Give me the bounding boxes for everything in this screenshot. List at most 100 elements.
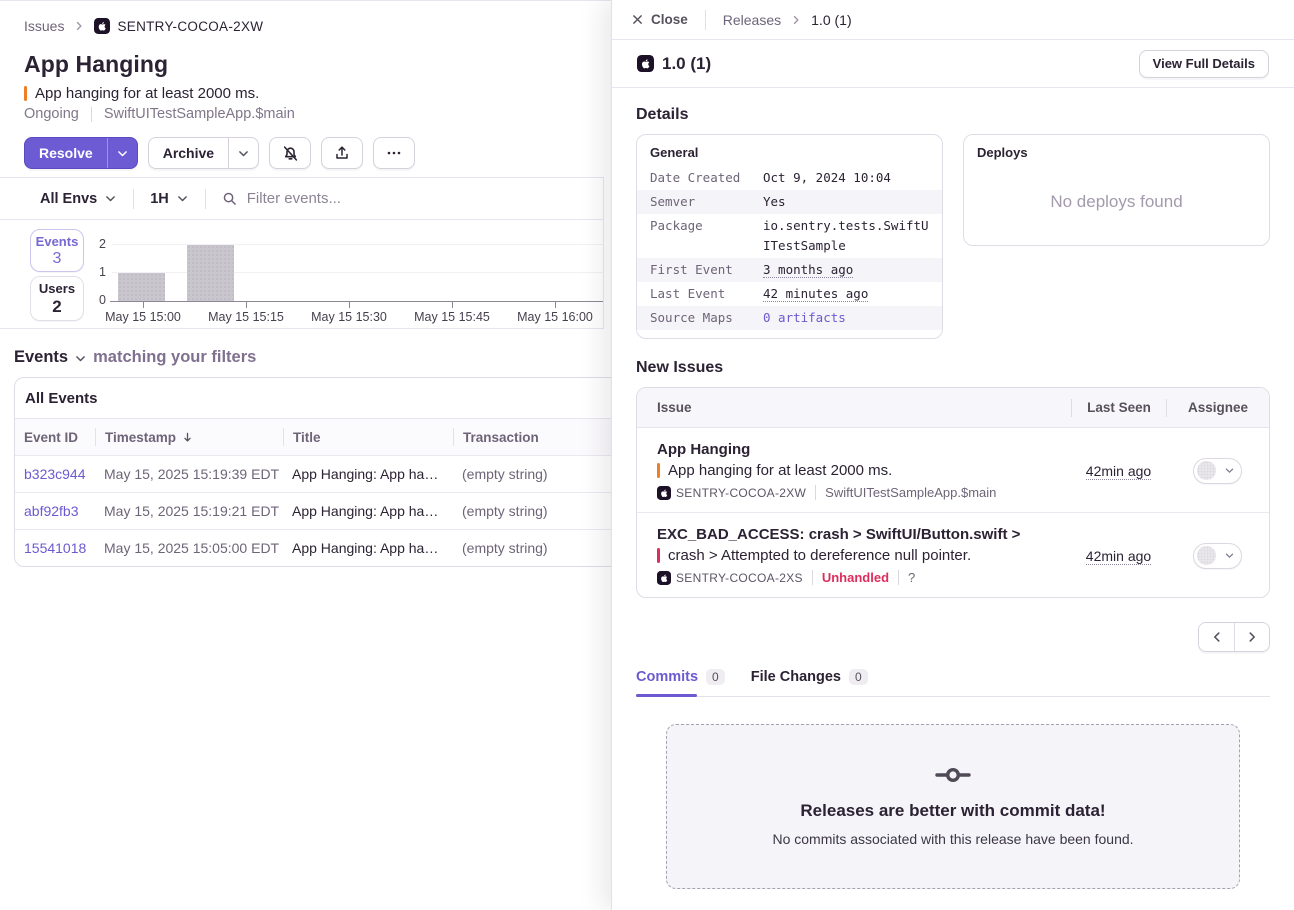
event-id-link[interactable]: 15541018 <box>15 540 95 556</box>
more-actions-button[interactable] <box>373 137 415 169</box>
issue-status: Ongoing <box>24 106 79 122</box>
share-button[interactable] <box>321 137 363 169</box>
breadcrumb-project-label: SENTRY-COCOA-2XW <box>117 19 263 34</box>
archive-button[interactable]: Archive <box>149 138 228 168</box>
event-timestamp: May 15, 2025 15:05:00 EDT <box>95 540 283 556</box>
kv-row: Date Created Oct 9, 2024 10:04 <box>637 166 942 190</box>
kv-row: Source Maps 0 artifacts <box>637 306 942 330</box>
assignee-cell <box>1166 543 1269 569</box>
breadcrumb-project[interactable]: SENTRY-COCOA-2XW <box>94 18 263 34</box>
apple-platform-icon <box>657 571 671 585</box>
event-title: App Hanging: App hanging for at least 20… <box>283 503 453 519</box>
filter-events-input[interactable] <box>247 190 507 207</box>
breadcrumb-releases-link[interactable]: Releases <box>723 12 781 28</box>
mute-button[interactable] <box>269 137 311 169</box>
environment-filter-label: All Envs <box>40 191 97 207</box>
issue-summary[interactable]: App Hanging App hanging for at least 200… <box>637 441 1071 500</box>
issue-title: App Hanging <box>24 51 587 78</box>
tab-file-changes[interactable]: File Changes 0 <box>751 669 868 696</box>
chevron-down-icon[interactable] <box>74 352 87 365</box>
resolve-button[interactable]: Resolve <box>25 138 107 168</box>
timeframe-filter[interactable]: 1H <box>150 191 189 207</box>
source-maps-link[interactable]: 0 artifacts <box>763 308 929 328</box>
kv-row: Package io.sentry.tests.SwiftUITestSampl… <box>637 214 942 258</box>
new-issues-table: Issue Last Seen Assignee App Hanging App… <box>636 387 1270 598</box>
next-page-button[interactable] <box>1234 623 1269 651</box>
last-seen-cell: 42min ago <box>1071 463 1166 479</box>
assignee-cell <box>1166 458 1269 484</box>
tab-commits-label: Commits <box>636 669 698 685</box>
details-cards: General Date Created Oct 9, 2024 10:04 S… <box>636 134 1270 339</box>
chart-bar[interactable] <box>187 245 234 301</box>
new-issues-header: Issue Last Seen Assignee <box>637 388 1269 428</box>
help-icon[interactable]: ? <box>908 570 915 585</box>
column-header-transaction[interactable]: Transaction <box>453 428 611 446</box>
project-slug: SENTRY-COCOA-2XW <box>657 486 806 500</box>
previous-page-button[interactable] <box>1199 623 1234 651</box>
release-title-bar: 1.0 (1) View Full Details <box>612 40 1294 88</box>
issue-header: Issues SENTRY-COCOA-2XW App Hanging App … <box>0 1 611 122</box>
resolve-split-button: Resolve <box>24 137 138 169</box>
sort-descending-icon <box>181 431 194 444</box>
column-header-title[interactable]: Title <box>283 428 453 446</box>
events-table-header: Event ID Timestamp Title Transaction <box>15 419 611 455</box>
column-header-timestamp[interactable]: Timestamp <box>95 428 283 446</box>
kv-value: Yes <box>763 192 929 212</box>
kv-value: 42 minutes ago <box>763 284 929 304</box>
new-issues-heading: New Issues <box>636 359 1270 377</box>
kv-value: Oct 9, 2024 10:04 <box>763 168 929 188</box>
chart-bar[interactable] <box>118 273 165 301</box>
drawer-close-button[interactable]: Close <box>631 12 688 27</box>
events-heading-label[interactable]: Events <box>14 348 68 367</box>
y-axis-tick: 1 <box>86 265 106 279</box>
breadcrumb-issues-link[interactable]: Issues <box>24 18 64 34</box>
issue-main-column: All Envs 1H Events 3 <box>0 177 604 329</box>
issue-row-message: crash > Attempted to dereference null po… <box>657 547 1071 564</box>
release-title: 1.0 (1) <box>637 54 711 74</box>
event-transaction: (empty string) <box>453 540 611 556</box>
event-title: App Hanging: App hanging for at least 20… <box>283 540 453 556</box>
events-heading-suffix: matching your filters <box>93 348 256 367</box>
axis-tick-mark <box>349 302 350 308</box>
issue-summary[interactable]: EXC_BAD_ACCESS: crash > SwiftUI/Button.s… <box>637 526 1071 585</box>
column-header-event-id[interactable]: Event ID <box>15 428 95 446</box>
commit-icon <box>935 766 971 784</box>
kv-value: 3 months ago <box>763 260 929 280</box>
assignee-dropdown[interactable] <box>1193 458 1242 484</box>
kv-key: Date Created <box>650 168 763 188</box>
resolve-dropdown-button[interactable] <box>107 138 137 168</box>
archive-split-button: Archive <box>148 137 259 169</box>
x-axis-tick: May 15 15:45 <box>400 310 504 324</box>
upload-icon <box>334 145 350 161</box>
kv-row: Last Event 42 minutes ago <box>637 282 942 306</box>
deploys-empty-message: No deploys found <box>964 166 1269 237</box>
event-id-link[interactable]: abf92fb3 <box>15 503 95 519</box>
ellipsis-icon <box>386 145 402 161</box>
axis-tick-mark <box>143 302 144 308</box>
tab-commits[interactable]: Commits 0 <box>636 669 725 696</box>
event-table-row: 15541018 May 15, 2025 15:05:00 EDT App H… <box>15 529 611 566</box>
y-axis-tick: 2 <box>86 237 106 251</box>
archive-dropdown-button[interactable] <box>228 138 258 168</box>
tab-commits-count: 0 <box>706 669 725 685</box>
chevron-down-icon <box>116 147 129 160</box>
issue-row-title[interactable]: EXC_BAD_ACCESS: crash > SwiftUI/Button.s… <box>657 526 1071 543</box>
chevron-down-icon <box>104 192 117 205</box>
close-icon <box>631 13 644 26</box>
event-id-link[interactable]: b323c944 <box>15 466 95 482</box>
column-header-assignee: Assignee <box>1166 399 1269 417</box>
kv-key: Last Event <box>650 284 763 304</box>
divider <box>133 189 134 209</box>
new-issue-row: App Hanging App hanging for at least 200… <box>637 428 1269 512</box>
assignee-dropdown[interactable] <box>1193 543 1242 569</box>
divider <box>898 570 899 585</box>
event-search <box>222 190 603 207</box>
issue-row-message: App hanging for at least 2000 ms. <box>657 462 1071 479</box>
view-full-details-button[interactable]: View Full Details <box>1139 50 1269 78</box>
chevron-right-icon <box>1245 630 1259 644</box>
environment-filter[interactable]: All Envs <box>40 191 117 207</box>
event-graph-section: Events 3 Users 2 2 1 0 <box>0 220 603 329</box>
x-axis-tick: May 15 15:30 <box>297 310 401 324</box>
kv-key: Source Maps <box>650 308 763 328</box>
issue-row-title[interactable]: App Hanging <box>657 441 1071 458</box>
